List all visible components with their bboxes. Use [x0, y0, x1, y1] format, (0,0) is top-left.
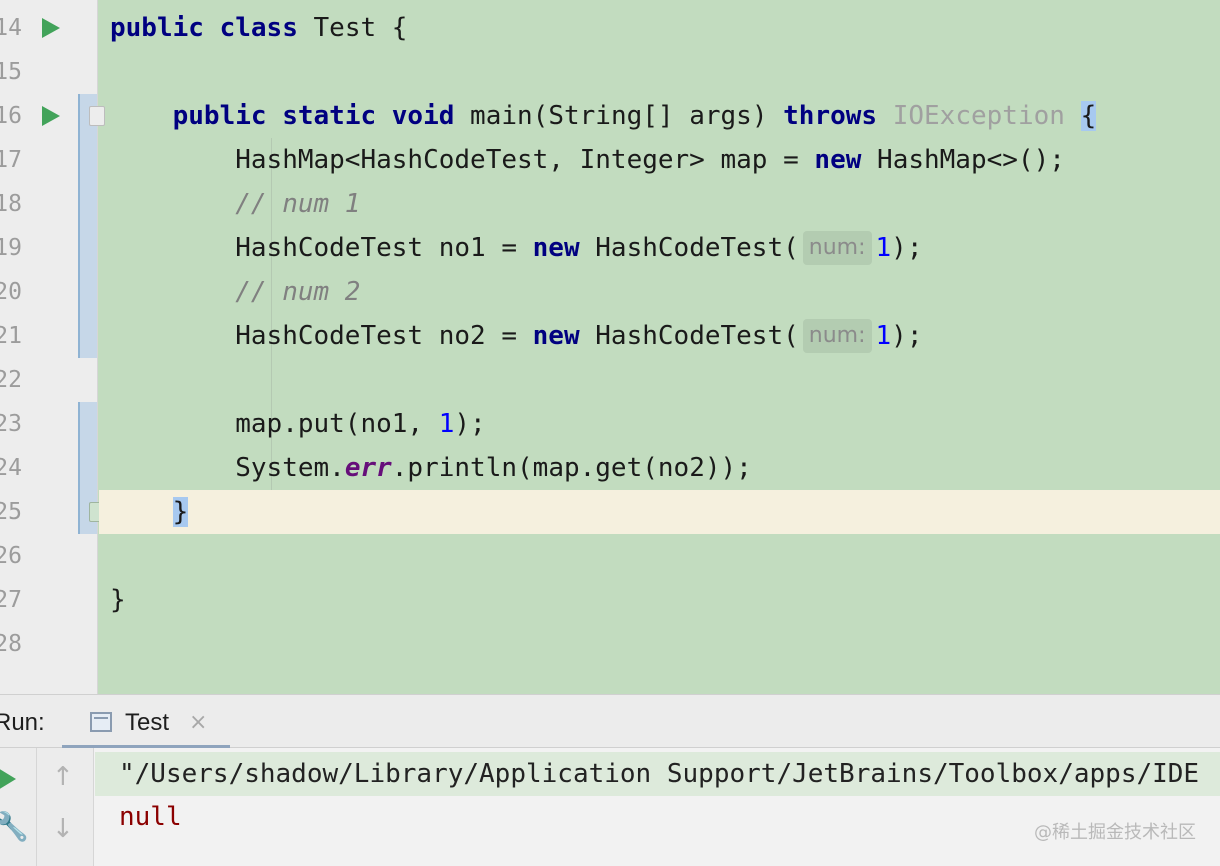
line-number: 26	[0, 543, 22, 569]
run-toolbar: 🔧 ↑ ↓	[0, 748, 94, 866]
run-class-icon[interactable]	[42, 18, 60, 38]
line-number: 28	[0, 631, 22, 657]
code-line-21[interactable]: HashCodeTest no2 = new HashCodeTest(num:…	[99, 314, 1220, 358]
keyword: new	[532, 321, 580, 351]
keyword: void	[391, 101, 455, 131]
keyword: new	[532, 233, 580, 263]
keyword: public	[172, 101, 267, 131]
run-tool-window-header: Run: Test ×	[0, 694, 1220, 749]
close-icon[interactable]: ×	[189, 695, 207, 751]
line-number: 18	[0, 191, 22, 217]
code-line-16[interactable]: public static void main(String[] args) t…	[99, 94, 1220, 138]
comment: // num 2	[235, 277, 361, 307]
toolbar-divider	[36, 748, 37, 866]
line-number: 22	[0, 367, 22, 393]
vcs-change-marker[interactable]	[78, 94, 97, 358]
line-number: 27	[0, 587, 22, 613]
keyword: public	[110, 13, 204, 43]
console-error-output: null	[119, 802, 182, 832]
watermark: @稀土掘金技术社区	[1034, 822, 1196, 843]
line-number: 15	[0, 59, 22, 85]
run-main-icon[interactable]	[42, 106, 60, 126]
code-line-25[interactable]: }	[99, 490, 1220, 534]
code-line-18[interactable]: // num 1	[99, 182, 1220, 226]
code-text: HashMap<>();	[861, 145, 1065, 175]
tab-test[interactable]: Test ×	[62, 695, 230, 749]
run-label: Run:	[0, 709, 45, 736]
line-number: 23	[0, 411, 22, 437]
static-field: err	[344, 453, 392, 483]
comment: // num 1	[235, 189, 361, 219]
rerun-icon[interactable]	[0, 768, 16, 790]
number-literal: 1	[438, 409, 455, 439]
console-output[interactable]: "/Users/shadow/Library/Application Suppo…	[95, 748, 1220, 866]
code-line-24[interactable]: System.err.println(map.get(no2));	[99, 446, 1220, 490]
parameter-hint: num:	[802, 319, 872, 353]
run-tool-window: 🔧 ↑ ↓ "/Users/shadow/Library/Application…	[0, 748, 1220, 866]
keyword: class	[219, 13, 298, 43]
code-text: );	[891, 233, 923, 263]
arrow-up-icon[interactable]: ↑	[52, 762, 74, 792]
arrow-down-icon[interactable]: ↓	[52, 814, 74, 844]
keyword: static	[282, 101, 377, 131]
code-text: );	[454, 409, 486, 439]
code-line-17[interactable]: HashMap<HashCodeTest, Integer> map = new…	[99, 138, 1220, 182]
code-area[interactable]: public class Test { public static void m…	[99, 0, 1220, 694]
code-text: HashMap<HashCodeTest, Integer> map =	[235, 145, 815, 175]
line-number: 24	[0, 455, 22, 481]
code-text: }	[110, 585, 126, 615]
keyword: new	[814, 145, 862, 175]
code-text: HashCodeTest(	[579, 321, 799, 351]
code-text: Test {	[297, 13, 408, 43]
number-literal: 1	[875, 233, 892, 263]
line-number: 21	[0, 323, 22, 349]
matched-brace: }	[172, 497, 189, 527]
matched-brace: {	[1080, 101, 1097, 131]
number-literal: 1	[875, 321, 892, 351]
code-line-20[interactable]: // num 2	[99, 270, 1220, 314]
code-text: HashCodeTest no1 =	[235, 233, 533, 263]
tab-label: Test	[125, 709, 170, 736]
keyword: throws	[783, 101, 878, 131]
code-line-23[interactable]: map.put(no1, 1);	[99, 402, 1220, 446]
code-line-14[interactable]: public class Test {	[99, 6, 1220, 50]
unused-exception: IOException	[892, 101, 1065, 131]
console-command: "/Users/shadow/Library/Application Suppo…	[119, 759, 1200, 789]
code-line-19[interactable]: HashCodeTest no1 = new HashCodeTest(num:…	[99, 226, 1220, 270]
code-text: HashCodeTest no2 =	[235, 321, 533, 351]
editor-gutter[interactable]: 14 15 16 17 18 19 20 21 22 23 24 25 26 2…	[0, 0, 105, 694]
code-editor[interactable]: 14 15 16 17 18 19 20 21 22 23 24 25 26 2…	[0, 0, 1220, 694]
wrench-icon[interactable]: 🔧	[0, 810, 29, 843]
code-text: main(String[] args)	[454, 101, 784, 131]
line-number: 19	[0, 235, 22, 261]
code-text: .println(map.get(no2));	[391, 453, 752, 483]
code-line-27[interactable]: }	[99, 578, 1220, 622]
line-number: 25	[0, 499, 22, 525]
code-text: );	[891, 321, 923, 351]
line-number: 17	[0, 147, 22, 173]
console-tab-icon	[90, 712, 112, 732]
line-number: 20	[0, 279, 22, 305]
line-number: 16	[0, 103, 22, 129]
parameter-hint: num:	[802, 231, 872, 265]
code-text: map.put(no1,	[235, 409, 439, 439]
line-number: 14	[0, 15, 22, 41]
code-text: System.	[235, 453, 345, 483]
code-text: HashCodeTest(	[579, 233, 799, 263]
